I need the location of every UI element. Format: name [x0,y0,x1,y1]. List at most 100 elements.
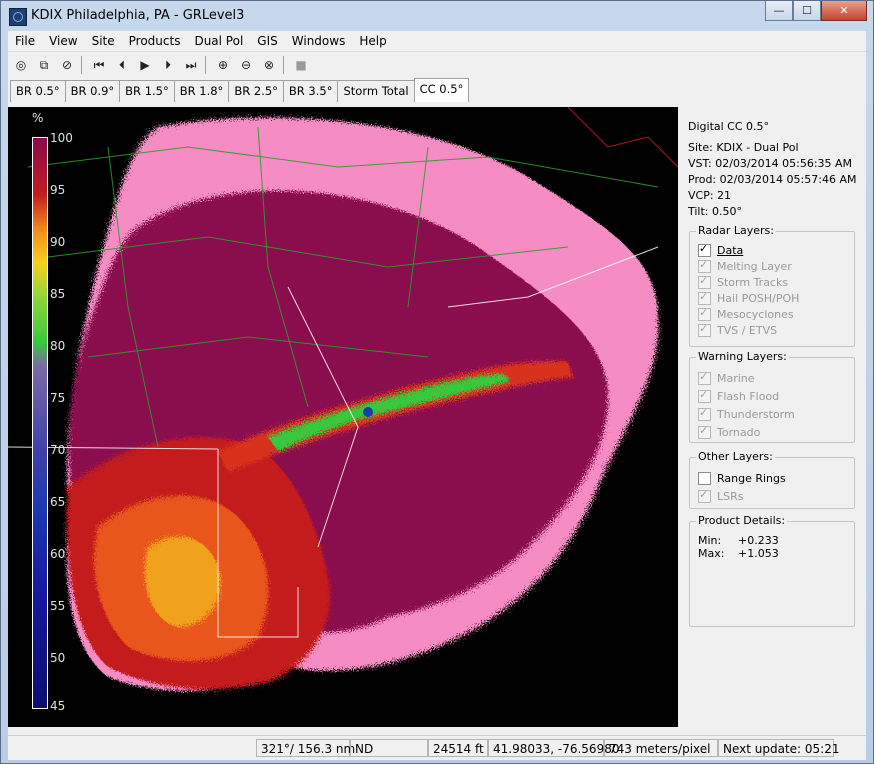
product-details-group: Product Details: Min: +0.233 Max: +1.053 [689,514,855,627]
status-coords: 41.98033, -76.56980 [488,739,619,757]
checkbox-thunderstorm: Thunderstorm [698,405,854,423]
max-value: +1.053 [738,547,779,560]
toolbar-separator [283,56,284,74]
status-bar: 321°/ 156.3 nm ND 24514 ft 41.98033, -76… [8,735,866,760]
tab-br-0-9[interactable]: BR 0.9° [64,80,121,102]
radar-site-marker [363,407,373,417]
vst-value: 02/03/2014 05:56:35 AM [715,157,853,170]
legend-tick: 60 [50,547,66,561]
legend-tick: 65 [50,495,66,509]
close-button[interactable]: ✕ [821,1,867,21]
checkbox-range-rings[interactable]: Range Rings [698,469,854,487]
checkbox-lsrs: LSRs [698,487,854,505]
tilt-label: Tilt: [688,205,709,218]
checkbox-label: Thunderstorm [717,407,795,421]
checkbox-label: TVS / ETVS [717,323,778,337]
copy-icon[interactable]: ⧉ [34,55,54,75]
legend-tick: 55 [50,599,66,613]
checkbox-icon[interactable] [698,242,711,257]
checkbox-icon [698,370,711,385]
tab-br-3-5[interactable]: BR 3.5° [282,80,339,102]
tab-br-0-5[interactable]: BR 0.5° [10,80,66,102]
vst-label: VST: [688,157,712,170]
zoom-out-icon[interactable]: ⊖ [236,55,256,75]
next-frame-icon[interactable]: ⏵ [158,55,178,75]
warning-layers-group: Warning Layers: Marine Flash Flood Thund… [689,350,855,443]
checkbox-label: Storm Tracks [717,275,789,289]
legend-tick: 85 [50,287,66,301]
other-layers-caption: Other Layers: [696,450,775,463]
stop-record-icon[interactable]: ⊘ [57,55,77,75]
checkbox-tornado: Tornado [698,423,854,441]
vcp-value: 21 [717,189,732,202]
radar-display[interactable]: % 100 95 90 85 80 75 70 65 60 55 50 45 [8,107,678,727]
checkbox-melting-layer: Melting Layer [698,258,854,274]
tab-br-2-5[interactable]: BR 2.5° [228,80,284,102]
site-value: KDIX - Dual Pol [716,141,799,154]
zoom-reset-icon[interactable]: ⊗ [259,55,279,75]
radar-layers-group: Radar Layers: Data Melting Layer Storm T… [689,224,855,347]
menu-help[interactable]: Help [352,34,393,48]
checkbox-icon [698,388,711,403]
checkbox-icon [698,406,711,421]
tab-storm-total[interactable]: Storm Total [337,80,415,102]
prod-value: 02/03/2014 05:57:46 AM [719,173,857,186]
legend-tick: 45 [50,699,66,713]
product-details-caption: Product Details: [696,514,788,527]
toolbar-separator [205,56,206,74]
max-label: Max: [698,547,725,560]
legend-tick: 70 [50,443,66,457]
prev-frame-icon[interactable]: ⏴ [112,55,132,75]
tilt-value: 0.50° [712,205,743,218]
last-frame-icon[interactable]: ⏭ [181,55,201,75]
checkbox-flash-flood: Flash Flood [698,387,854,405]
status-bearing: 321°/ 156.3 nm [256,739,355,757]
menu-dual-pol[interactable]: Dual Pol [187,34,250,48]
checkbox-label: Tornado [717,425,761,439]
window-title: KDIX Philadelphia, PA - GRLevel3 [31,8,245,23]
tab-br-1-8[interactable]: BR 1.8° [173,80,230,102]
checkbox-storm-tracks: Storm Tracks [698,274,854,290]
checkbox-label: Range Rings [717,471,786,485]
checkbox-tvs: TVS / ETVS [698,322,854,338]
legend-tick: 100 [50,131,73,145]
menu-view[interactable]: View [42,34,84,48]
play-icon[interactable]: ▶ [135,55,155,75]
toolbar-separator [81,56,82,74]
menu-site[interactable]: Site [85,34,122,48]
checkbox-icon [698,322,711,337]
menu-windows[interactable]: Windows [285,34,353,48]
status-value: ND [350,739,428,757]
legend-tick: 50 [50,651,66,665]
radar-layers-caption: Radar Layers: [696,224,776,237]
maximize-button[interactable]: ☐ [793,1,821,21]
color-legend: % 100 95 90 85 80 75 70 65 60 55 50 45 [18,107,73,727]
checkbox-label: Flash Flood [717,389,780,403]
side-panel: Digital CC 0.5° Site: KDIX - Dual Pol VS… [681,107,865,727]
products-icon[interactable]: ◎ [11,55,31,75]
checkbox-label: LSRs [717,489,744,503]
checkbox-label: Melting Layer [717,259,792,273]
checkbox-label: Marine [717,371,755,385]
minimize-button[interactable]: — [765,1,793,21]
checkbox-icon [698,424,711,439]
tab-cc-0-5[interactable]: CC 0.5° [413,78,470,103]
checkbox-marine: Marine [698,369,854,387]
first-frame-icon[interactable]: ⏮ [89,55,109,75]
toolbar: ◎ ⧉ ⊘ ⏮ ⏴ ▶ ⏵ ⏭ ⊕ ⊖ ⊗ ■ [8,51,866,78]
min-value: +0.233 [738,534,779,547]
checkbox-icon[interactable] [698,471,711,485]
app-window: KDIX Philadelphia, PA - GRLevel3 — ☐ ✕ F… [0,0,874,764]
title-bar[interactable]: KDIX Philadelphia, PA - GRLevel3 — ☐ ✕ [1,1,873,31]
status-scale: 743 meters/pixel [604,739,718,757]
tab-br-1-5[interactable]: BR 1.5° [119,80,175,102]
status-height: 24514 ft [428,739,488,757]
checkbox-hail: Hail POSH/POH [698,290,854,306]
menu-products[interactable]: Products [122,34,188,48]
product-info: Digital CC 0.5° Site: KDIX - Dual Pol VS… [688,119,856,220]
product-name: Digital CC 0.5° [688,120,770,133]
checkbox-data[interactable]: Data [698,242,854,258]
menu-file[interactable]: File [8,34,42,48]
zoom-in-icon[interactable]: ⊕ [213,55,233,75]
menu-gis[interactable]: GIS [250,34,284,48]
